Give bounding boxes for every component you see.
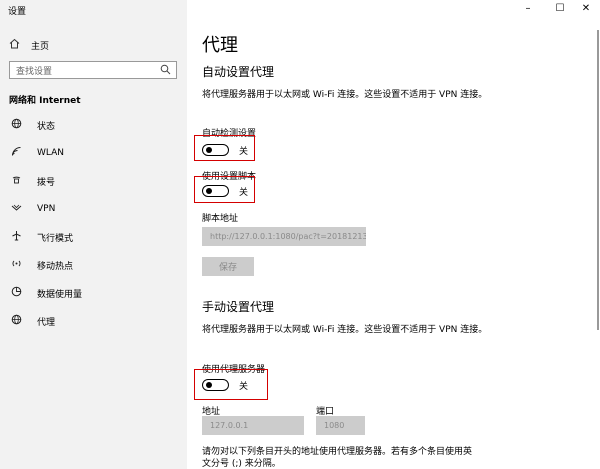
- sidebar-item-label: WLAN: [37, 148, 65, 158]
- home-icon: [9, 38, 23, 52]
- sidebar-item-airplane[interactable]: 飞行模式: [9, 230, 73, 244]
- highlight-box: [194, 369, 268, 400]
- sidebar-item-label: 飞行模式: [37, 233, 74, 244]
- wifi-icon: [9, 146, 23, 160]
- sidebar-item-data-usage[interactable]: 数据使用量: [9, 286, 82, 300]
- section-title: 网络和 Internet: [9, 96, 81, 106]
- hotspot-icon: [9, 258, 23, 272]
- sidebar-item-status[interactable]: 状态: [9, 118, 55, 132]
- sidebar-item-label: VPN: [37, 204, 56, 214]
- script-address-label: 脚本地址: [202, 214, 239, 224]
- sidebar-item-proxy[interactable]: 代理: [9, 314, 55, 328]
- proxy-port-input[interactable]: 1080: [316, 416, 365, 435]
- nav-home-label: 主页: [31, 41, 50, 52]
- proxy-exceptions-description: 请勿对以下列条目开头的地址使用代理服务器。若有多个条目使用英文分号 (;) 来分…: [202, 447, 473, 469]
- sidebar-item-label: 拨号: [37, 177, 56, 188]
- sidebar-item-wlan[interactable]: WLAN: [9, 146, 64, 160]
- search-icon[interactable]: [160, 64, 171, 78]
- highlight-box: [194, 135, 255, 161]
- sidebar-item-dialup[interactable]: 拨号: [9, 174, 55, 188]
- auto-proxy-heading: 自动设置代理: [202, 65, 275, 79]
- sidebar-item-label: 数据使用量: [37, 289, 83, 300]
- search-input[interactable]: 查找设置: [9, 61, 177, 79]
- airplane-icon: [9, 230, 23, 244]
- proxy-address-input[interactable]: 127.0.0.1: [202, 416, 304, 435]
- sidebar: 设置 主页 查找设置 网络和 Internet 状态 WLAN 拨号 VPN 飞…: [0, 0, 187, 469]
- dialup-icon: [9, 174, 23, 188]
- vpn-icon: [9, 202, 23, 216]
- sidebar-item-label: 代理: [37, 317, 56, 328]
- manual-proxy-description: 将代理服务器用于以太网或 Wi-Fi 连接。这些设置不适用于 VPN 连接。: [202, 325, 488, 335]
- page-title: 代理: [202, 35, 238, 56]
- manual-proxy-heading: 手动设置代理: [202, 300, 275, 314]
- sidebar-item-hotspot[interactable]: 移动热点: [9, 258, 73, 272]
- highlight-box: [194, 176, 255, 203]
- scrollbar-thumb[interactable]: [597, 30, 599, 330]
- auto-proxy-description: 将代理服务器用于以太网或 Wi-Fi 连接。这些设置不适用于 VPN 连接。: [202, 90, 488, 100]
- data-usage-icon: [9, 286, 23, 300]
- sidebar-item-label: 移动热点: [37, 261, 74, 272]
- globe-icon: [9, 118, 23, 132]
- window-title: 设置: [8, 7, 27, 17]
- main-content: 代理 自动设置代理 将代理服务器用于以太网或 Wi-Fi 连接。这些设置不适用于…: [187, 0, 600, 469]
- nav-home[interactable]: 主页: [9, 38, 49, 52]
- sidebar-item-vpn[interactable]: VPN: [9, 202, 55, 216]
- globe-icon: [9, 314, 23, 328]
- search-placeholder: 查找设置: [16, 66, 53, 77]
- script-address-input[interactable]: http://127.0.0.1:1080/pac?t=201812130: [202, 227, 366, 246]
- sidebar-item-label: 状态: [37, 121, 56, 132]
- save-button[interactable]: 保存: [202, 257, 254, 276]
